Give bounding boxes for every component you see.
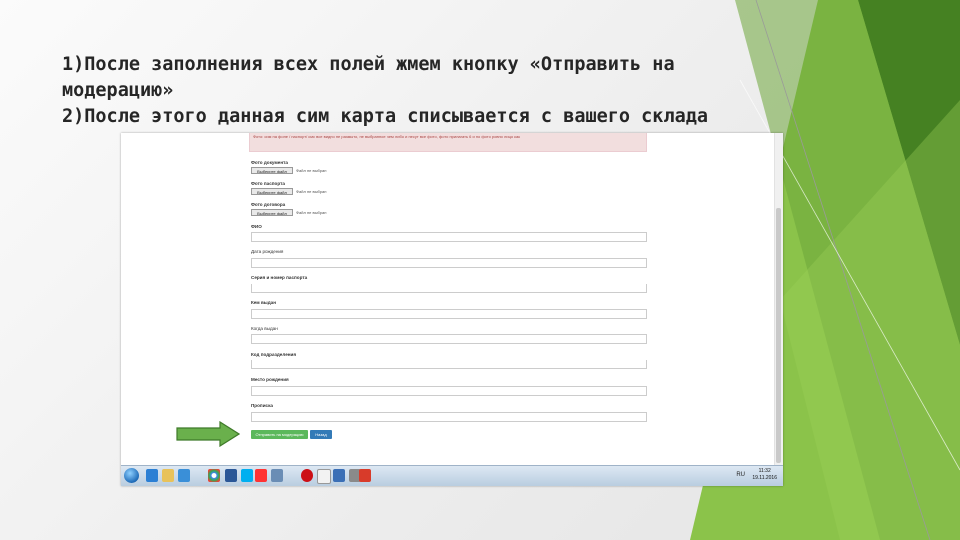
pdf-icon[interactable]: [359, 469, 371, 482]
photo-passport-choose-button[interactable]: Выберите файл: [251, 188, 293, 195]
start-orb-icon[interactable]: [124, 468, 139, 483]
slide-text: 1)После заполнения всех полей жмем кнопк…: [62, 52, 762, 130]
scroll-thumb[interactable]: [776, 208, 781, 463]
passport-input[interactable]: [251, 284, 647, 293]
clock[interactable]: 11:32 19.11.2016: [752, 468, 777, 482]
dept-code-label: Код подразделения: [251, 352, 297, 357]
issued-by-label: Кем выдан: [251, 300, 276, 305]
birthplace-input[interactable]: [251, 386, 647, 396]
birthplace-label: Место рождения: [251, 377, 289, 382]
photo-document-status: Файл не выбран: [296, 168, 327, 173]
tray-language[interactable]: RU: [736, 472, 745, 478]
folder-icon[interactable]: [162, 469, 174, 482]
file-icon[interactable]: [317, 469, 331, 484]
opera-icon[interactable]: [301, 469, 313, 482]
photo-document-choose-button[interactable]: Выберите файл: [251, 167, 293, 174]
photo-passport-label: Фото паспорта: [251, 181, 285, 186]
clock-date: 19.11.2016: [752, 475, 777, 481]
taskbar: RU 11:32 19.11.2016: [121, 465, 783, 486]
app2-icon[interactable]: [333, 469, 345, 482]
photo-passport-status: Файл не выбран: [296, 189, 327, 194]
instruction-line-2: 2)После этого данная сим карта списывает…: [62, 106, 709, 127]
media-icon[interactable]: [178, 469, 190, 482]
app-icon[interactable]: [271, 469, 283, 482]
photo-contract-status: Файл не выбран: [296, 210, 327, 215]
address-label: Прописка: [251, 403, 273, 408]
scrollbar[interactable]: [774, 133, 783, 466]
ie-icon[interactable]: [146, 469, 158, 482]
green-arrow-icon: [176, 421, 240, 447]
passport-label: Серия и номер паспорта: [251, 275, 308, 280]
photo-contract-label: Фото договора: [251, 202, 286, 207]
issue-date-input[interactable]: [251, 334, 647, 344]
photo-document-label: Фото документа: [251, 160, 288, 165]
fio-label: ФИО: [251, 224, 262, 229]
birthdate-label: Дата рождения: [251, 249, 284, 254]
birthdate-input[interactable]: [251, 258, 647, 268]
dept-code-input[interactable]: [251, 360, 647, 369]
photo-contract-choose-button[interactable]: Выберите файл: [251, 209, 293, 216]
word-icon[interactable]: [225, 469, 237, 482]
submit-moderation-button[interactable]: Отправить на модерацию: [251, 430, 308, 439]
chrome-icon[interactable]: [208, 469, 220, 482]
instruction-line-1: 1)После заполнения всех полей жмем кнопк…: [62, 54, 675, 101]
skype-icon[interactable]: [241, 469, 253, 482]
alert-box: Фото: сим на фоне / паспорт/ смс все вид…: [249, 133, 647, 152]
fio-input[interactable]: [251, 232, 647, 242]
clock-time: 11:32: [758, 468, 771, 474]
issued-by-input[interactable]: [251, 309, 647, 319]
address-input[interactable]: [251, 412, 647, 422]
yandex-icon[interactable]: [255, 469, 267, 482]
issue-date-label: Когда выдан: [251, 326, 278, 331]
back-button[interactable]: Назад: [310, 430, 332, 439]
